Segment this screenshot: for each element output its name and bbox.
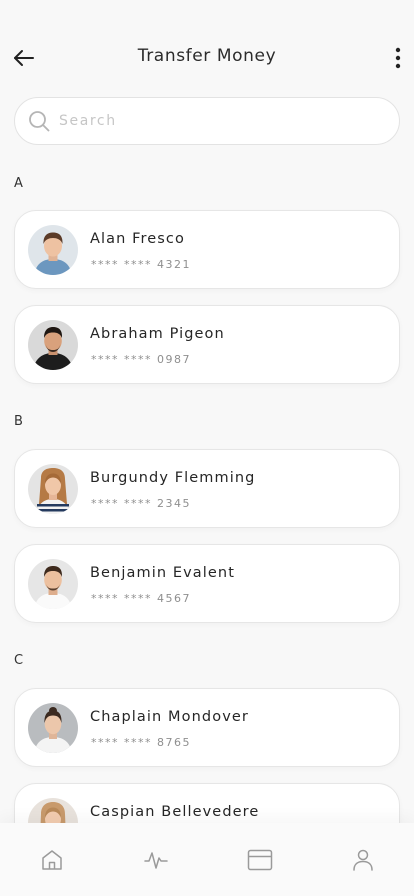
activity-icon xyxy=(144,852,168,869)
bottom-nav xyxy=(0,823,414,896)
contact-card[interactable]: Benjamin Evalent **** **** 4567 xyxy=(14,544,400,623)
section-letter-a: A xyxy=(14,176,24,191)
contact-name: Chaplain Mondover xyxy=(90,709,249,725)
profile-icon xyxy=(353,849,373,871)
search-bar[interactable] xyxy=(14,97,400,145)
transfer-money-screen: Transfer Money A xyxy=(0,0,414,896)
nav-home[interactable] xyxy=(39,847,65,873)
card-icon xyxy=(247,849,273,871)
home-icon xyxy=(42,850,62,870)
contact-name: Burgundy Flemming xyxy=(90,470,256,486)
search-icon xyxy=(27,109,51,133)
card-number: **** **** 2345 xyxy=(91,497,191,510)
nav-cards[interactable] xyxy=(247,847,273,873)
nav-profile[interactable] xyxy=(350,847,376,873)
contact-card[interactable]: Chaplain Mondover **** **** 8765 xyxy=(14,688,400,767)
contact-card[interactable]: Abraham Pigeon **** **** 0987 xyxy=(14,305,400,384)
page-title: Transfer Money xyxy=(137,46,277,66)
header: Transfer Money xyxy=(0,0,414,100)
contact-name: Caspian Bellevedere xyxy=(90,804,260,820)
contact-card[interactable]: Alan Fresco **** **** 4321 xyxy=(14,210,400,289)
card-number: **** **** 4321 xyxy=(91,258,191,271)
avatar xyxy=(28,225,78,275)
more-vertical-icon xyxy=(395,47,401,69)
contact-card[interactable]: Burgundy Flemming **** **** 2345 xyxy=(14,449,400,528)
avatar xyxy=(28,703,78,753)
section-letter-c: C xyxy=(14,653,24,668)
contact-name: Abraham Pigeon xyxy=(90,326,225,342)
search-input[interactable] xyxy=(59,106,359,136)
avatar xyxy=(28,559,78,609)
contact-name: Alan Fresco xyxy=(90,231,185,247)
section-letter-b: B xyxy=(14,414,24,429)
contact-name: Benjamin Evalent xyxy=(90,565,235,581)
nav-activity[interactable] xyxy=(143,847,169,873)
card-number: **** **** 0987 xyxy=(91,353,191,366)
avatar xyxy=(28,320,78,370)
avatar xyxy=(28,464,78,514)
card-number: **** **** 8765 xyxy=(91,736,191,749)
more-options-button[interactable] xyxy=(390,44,406,72)
card-number: **** **** 4567 xyxy=(91,592,191,605)
